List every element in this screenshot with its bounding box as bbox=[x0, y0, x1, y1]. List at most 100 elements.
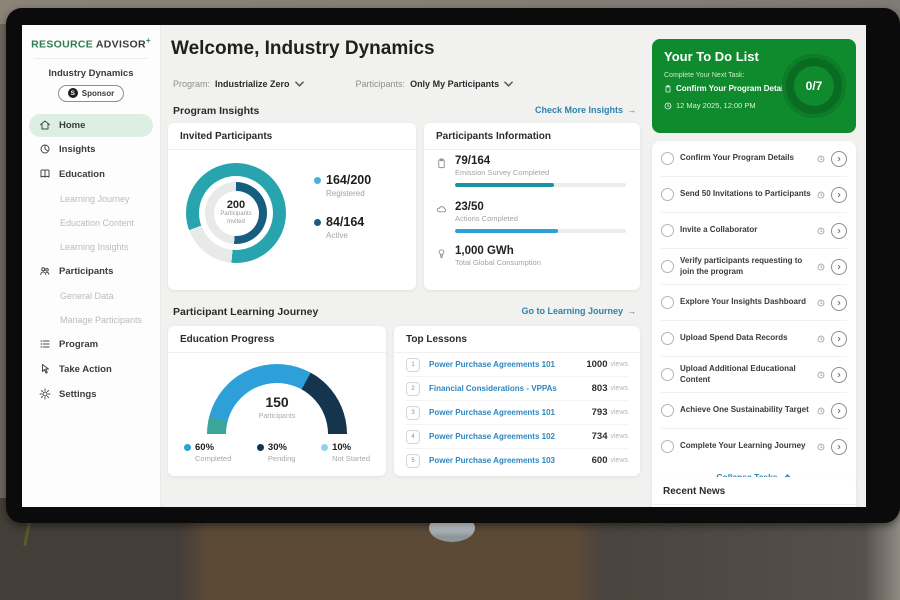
logo-advisor: ADVISOR bbox=[96, 39, 146, 51]
checkbox-icon[interactable] bbox=[661, 440, 674, 453]
chevron-right-icon[interactable] bbox=[831, 367, 847, 383]
lesson-row: 3 Power Purchase Agreements 101 793 view… bbox=[406, 401, 628, 425]
todo-item[interactable]: Complete Your Learning Journey bbox=[661, 429, 847, 464]
legend-label: Registered bbox=[326, 189, 371, 198]
stat-actions-completed: 23/50 Actions Completed bbox=[436, 201, 626, 233]
chevron-right-icon[interactable] bbox=[831, 403, 847, 419]
legend-item-pending: 30% Pending bbox=[257, 442, 296, 463]
sidebar-item-participants[interactable]: Participants bbox=[22, 259, 160, 284]
org-name: Industry Dynamics bbox=[22, 68, 160, 79]
sidebar-item-general-data[interactable]: General Data bbox=[22, 284, 160, 308]
lesson-title-link[interactable]: Power Purchase Agreements 103 bbox=[429, 456, 592, 465]
clock-icon bbox=[817, 299, 825, 307]
lesson-title-link[interactable]: Financial Considerations - VPPAs bbox=[429, 384, 592, 393]
recent-news-card: Recent News bbox=[652, 477, 856, 507]
chevron-down-icon[interactable] bbox=[295, 81, 304, 87]
todo-item[interactable]: Achieve One Sustainability Target bbox=[661, 393, 847, 429]
todo-item-label: Verify participants requesting to join t… bbox=[680, 256, 811, 278]
sidebar-item-home[interactable]: Home bbox=[29, 114, 153, 137]
sponsor-badge[interactable]: S Sponsor bbox=[58, 85, 124, 102]
lesson-row: 1 Power Purchase Agreements 101 1000 vie… bbox=[406, 353, 628, 377]
checkbox-icon[interactable] bbox=[661, 152, 674, 165]
clock-icon bbox=[817, 263, 825, 271]
todo-item[interactable]: Verify participants requesting to join t… bbox=[661, 249, 847, 285]
sidebar-item-learning-journey[interactable]: Learning Journey bbox=[22, 187, 160, 211]
lesson-rank: 4 bbox=[406, 430, 420, 444]
todo-item[interactable]: Upload Additional Educational Content bbox=[661, 357, 847, 393]
recent-news-title: Recent News bbox=[652, 477, 856, 505]
checkbox-icon[interactable] bbox=[661, 404, 674, 417]
donut-center: 200 Participants Invited bbox=[214, 191, 259, 236]
checkbox-icon[interactable] bbox=[661, 332, 674, 345]
app-logo: RESOURCE ADVISOR+ bbox=[22, 25, 160, 51]
chevron-right-icon[interactable] bbox=[831, 259, 847, 275]
clock-icon bbox=[817, 335, 825, 343]
participants-filter-value[interactable]: Only My Participants bbox=[410, 79, 499, 89]
legend-label: Completed bbox=[195, 454, 231, 463]
todo-next-task: Confirm Your Program Details bbox=[664, 84, 790, 93]
card-title: Participants Information bbox=[424, 123, 640, 150]
checkbox-icon[interactable] bbox=[661, 260, 674, 273]
go-to-learning-journey-link[interactable]: Go to Learning Journey → bbox=[521, 306, 636, 316]
gear-icon bbox=[39, 388, 51, 400]
home-icon bbox=[39, 119, 51, 131]
sidebar-item-education[interactable]: Education bbox=[22, 162, 160, 187]
sidebar-item-label: Settings bbox=[59, 389, 96, 400]
sidebar-item-label: Manage Participants bbox=[60, 315, 142, 325]
clock-icon bbox=[664, 102, 672, 110]
people-icon bbox=[39, 265, 51, 277]
legend-dot-active bbox=[314, 219, 321, 226]
checkbox-icon[interactable] bbox=[661, 296, 674, 309]
todo-title: Your To Do List bbox=[664, 49, 759, 64]
sidebar-item-learning-insights[interactable]: Learning Insights bbox=[22, 235, 160, 259]
sidebar-item-manage-participants[interactable]: Manage Participants bbox=[22, 308, 160, 332]
logo-resource: RESOURCE bbox=[31, 39, 93, 51]
todo-item[interactable]: Confirm Your Program Details bbox=[661, 141, 847, 177]
todo-progress-ring: 0/7 bbox=[782, 54, 846, 118]
lesson-row: 5 Power Purchase Agreements 103 600 view… bbox=[406, 449, 628, 472]
todo-item[interactable]: Explore Your Insights Dashboard bbox=[661, 285, 847, 321]
lesson-views-suffix: views bbox=[610, 409, 628, 416]
chevron-right-icon[interactable] bbox=[831, 439, 847, 455]
program-filter-value[interactable]: Industrialize Zero bbox=[215, 79, 290, 89]
sponsor-badge-icon: S bbox=[68, 88, 78, 98]
education-progress-card: Education Progress 150 Participants 60% … bbox=[168, 326, 386, 476]
clipboard-icon bbox=[664, 85, 672, 93]
checkbox-icon[interactable] bbox=[661, 224, 674, 237]
lesson-rank: 1 bbox=[406, 358, 420, 372]
lessons-list: 1 Power Purchase Agreements 101 1000 vie… bbox=[394, 353, 640, 472]
lesson-title-link[interactable]: Power Purchase Agreements 101 bbox=[429, 408, 592, 417]
cloud-icon bbox=[436, 204, 447, 215]
sidebar-item-settings[interactable]: Settings bbox=[22, 382, 160, 407]
sidebar: RESOURCE ADVISOR+ Industry Dynamics S Sp… bbox=[22, 25, 161, 507]
sidebar-item-label: Participants bbox=[59, 266, 113, 277]
todo-item[interactable]: Send 50 Invitations to Participants bbox=[661, 177, 847, 213]
chevron-right-icon[interactable] bbox=[831, 331, 847, 347]
chevron-right-icon[interactable] bbox=[831, 151, 847, 167]
lesson-views-suffix: views bbox=[610, 361, 628, 368]
lightbulb-icon bbox=[436, 248, 447, 259]
progress-bar bbox=[455, 229, 626, 233]
sidebar-item-take-action[interactable]: Take Action bbox=[22, 357, 160, 382]
chevron-down-icon[interactable] bbox=[504, 81, 513, 87]
clock-icon bbox=[817, 191, 825, 199]
gauge-legend: 60% Completed 30% Pending 10% Not Starte… bbox=[168, 442, 386, 463]
lesson-title-link[interactable]: Power Purchase Agreements 101 bbox=[429, 360, 586, 369]
lesson-title-link[interactable]: Power Purchase Agreements 102 bbox=[429, 432, 592, 441]
chevron-right-icon[interactable] bbox=[831, 295, 847, 311]
sidebar-item-insights[interactable]: Insights bbox=[22, 137, 160, 162]
sidebar-item-education-content[interactable]: Education Content bbox=[22, 211, 160, 235]
chevron-right-icon[interactable] bbox=[831, 223, 847, 239]
todo-item[interactable]: Upload Spend Data Records bbox=[661, 321, 847, 357]
checkbox-icon[interactable] bbox=[661, 188, 674, 201]
check-more-insights-link[interactable]: Check More Insights → bbox=[535, 105, 636, 115]
clock-icon bbox=[817, 371, 825, 379]
chevron-right-icon[interactable] bbox=[831, 187, 847, 203]
participants-information-card: Participants Information 79/164 Emission… bbox=[424, 123, 640, 290]
checkbox-icon[interactable] bbox=[661, 368, 674, 381]
todo-item[interactable]: Invite a Collaborator bbox=[661, 213, 847, 249]
sidebar-item-program[interactable]: Program bbox=[22, 332, 160, 357]
sidebar-nav: Home Insights Education Learning Journey… bbox=[22, 114, 160, 407]
arrow-right-icon: → bbox=[627, 105, 636, 115]
link-label: Check More Insights bbox=[535, 105, 623, 115]
